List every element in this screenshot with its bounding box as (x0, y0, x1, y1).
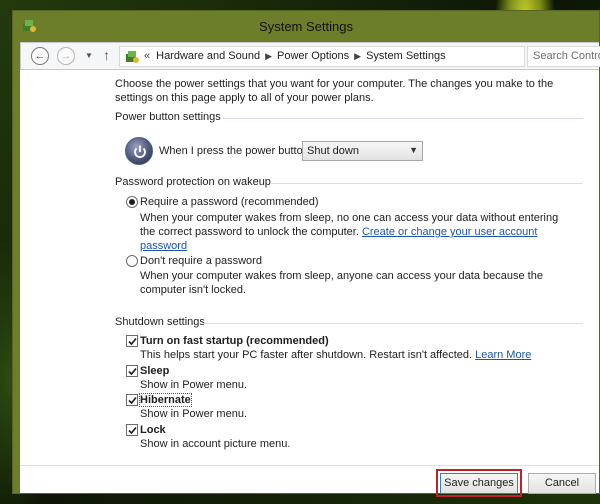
footer-divider (20, 465, 599, 466)
no-password-description: When your computer wakes from sleep, any… (140, 270, 543, 296)
lock-label[interactable]: Lock (140, 424, 166, 436)
fast-startup-desc-text: This helps start your PC faster after sh… (140, 349, 473, 361)
divider (223, 118, 583, 119)
power-button-section-title: Power button settings (115, 111, 221, 123)
hibernate-checkbox[interactable] (126, 394, 138, 406)
title-bar[interactable]: System Settings (13, 11, 599, 41)
chevron-down-icon: ▼ (409, 145, 418, 155)
require-password-radio[interactable] (126, 196, 138, 208)
power-button-action-value: Shut down (307, 145, 359, 157)
fast-startup-checkbox[interactable] (126, 335, 138, 347)
cancel-button[interactable]: Cancel (528, 473, 596, 494)
back-arrow-icon[interactable]: ← (31, 47, 49, 65)
power-icon (125, 137, 153, 165)
lock-description: Show in account picture menu. (140, 438, 291, 450)
recent-locations-dropdown-icon[interactable]: ▼ (85, 51, 93, 60)
chevron-right-icon[interactable]: ▶ (265, 51, 272, 61)
require-password-description: When your computer wakes from sleep, no … (140, 211, 560, 253)
intro-text: Choose the power settings that you want … (115, 78, 554, 104)
fast-startup-label[interactable]: Turn on fast startup (recommended) (140, 335, 329, 347)
system-settings-window: System Settings ← → ▼ ↑ « Hardware and So… (12, 10, 600, 497)
window-title: System Settings (259, 19, 353, 34)
power-button-action-select[interactable]: Shut down ▼ (302, 141, 423, 161)
search-input[interactable]: Search Control Pa (527, 46, 600, 67)
up-arrow-icon[interactable]: ↑ (103, 47, 110, 63)
divider (270, 183, 583, 184)
divider (202, 323, 583, 324)
learn-more-link[interactable]: Learn More (475, 349, 531, 361)
navigation-bar: ← → ▼ ↑ « Hardware and Sound ▶ Power Option… (20, 42, 600, 70)
sleep-description: Show in Power menu. (140, 379, 247, 391)
breadcrumb: « Hardware and Sound ▶ Power Options ▶ System… (144, 50, 446, 62)
control-panel-icon (126, 51, 139, 63)
save-button-highlight: Save changes (436, 469, 522, 497)
breadcrumb-power-options[interactable]: Power Options (277, 50, 349, 62)
hibernate-description: Show in Power menu. (140, 408, 247, 420)
shutdown-section-title: Shutdown settings (115, 316, 205, 328)
power-button-label: When I press the power button: (159, 145, 312, 157)
breadcrumb-system-settings[interactable]: System Settings (366, 50, 445, 62)
forward-arrow-icon[interactable]: → (57, 47, 75, 65)
save-changes-button[interactable]: Save changes (440, 473, 518, 494)
sleep-checkbox[interactable] (126, 365, 138, 377)
breadcrumb-hardware-and-sound[interactable]: Hardware and Sound (156, 50, 260, 62)
password-section-title: Password protection on wakeup (115, 176, 271, 188)
no-password-label[interactable]: Don't require a password (140, 255, 262, 267)
require-password-label[interactable]: Require a password (recommended) (140, 196, 319, 208)
no-password-radio[interactable] (126, 255, 138, 267)
settings-content: Choose the power settings that you want … (20, 70, 599, 497)
lock-checkbox[interactable] (126, 424, 138, 436)
address-bar[interactable]: « Hardware and Sound ▶ Power Options ▶ System… (119, 46, 525, 67)
chevron-right-icon[interactable]: ▶ (354, 51, 361, 61)
breadcrumb-overflow[interactable]: « (144, 50, 150, 62)
hibernate-label[interactable]: Hibernate (139, 393, 192, 407)
sleep-label[interactable]: Sleep (140, 365, 169, 377)
fast-startup-description: This helps start your PC faster after sh… (140, 349, 531, 361)
